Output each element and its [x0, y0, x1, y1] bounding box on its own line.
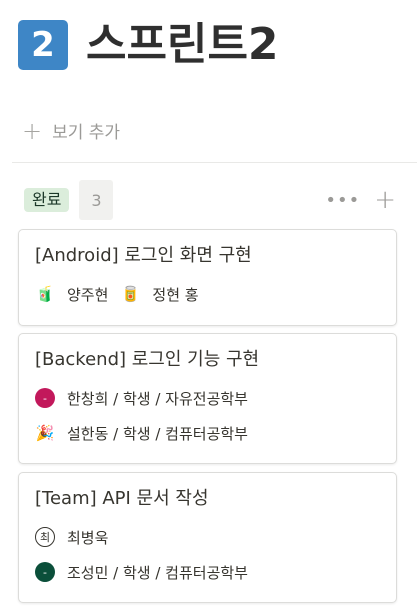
card-title: [Team] API 문서 작성: [35, 488, 209, 509]
card-assignees: 최 최병욱 - 조성민 / 학생 / 컴퓨터공학부: [35, 526, 380, 583]
assignee-row: 🧃 양주현 🥫 정현 홍: [35, 283, 380, 305]
card-title: [Backend] 로그인 기능 구현: [35, 349, 260, 370]
group-count: 3: [79, 180, 114, 220]
assignee-name: 정현 홍: [152, 285, 199, 304]
avatar: 🧃: [35, 285, 55, 303]
assignee-row: 최 최병욱: [35, 526, 380, 548]
assignee-row: - 한창희 / 학생 / 자유전공학부: [35, 387, 380, 409]
more-options-icon[interactable]: •••: [325, 190, 360, 211]
card-title: [Android] 로그인 화면 구현: [35, 245, 252, 266]
assignee-name: 최병욱: [67, 528, 109, 547]
assignee-row: 🎉 설한동 / 학생 / 컴퓨터공학부: [35, 422, 380, 444]
board-card[interactable]: [Backend] 로그인 기능 구현 - 한창희 / 학생 / 자유전공학부 …: [18, 333, 397, 464]
avatar: -: [35, 388, 55, 408]
add-view-label: 보기 추가: [52, 123, 121, 143]
avatar: 🎉: [35, 424, 55, 442]
page-title[interactable]: 스프린트2: [86, 23, 279, 67]
assignee-name: 양주현: [67, 285, 109, 304]
assignee: 🥫 정현 홍: [120, 284, 199, 305]
assignee-row: - 조성민 / 학생 / 컴퓨터공학부: [35, 561, 380, 583]
group-actions: ••• +: [325, 187, 396, 213]
divider: [12, 162, 417, 163]
assignee-name: 한창희 / 학생 / 자유전공학부: [67, 389, 248, 408]
assignee-name: 설한동 / 학생 / 컴퓨터공학부: [67, 424, 248, 443]
plus-icon: +: [22, 116, 43, 145]
board-card[interactable]: [Android] 로그인 화면 구현 🧃 양주현 🥫 정현 홍: [18, 229, 397, 326]
card-assignees: 🧃 양주현 🥫 정현 홍: [35, 283, 380, 305]
avatar: 🥫: [121, 285, 140, 303]
assignee-name: 조성민 / 학생 / 컴퓨터공학부: [67, 563, 248, 582]
board-card[interactable]: [Team] API 문서 작성 최 최병욱 - 조성민 / 학생 / 컴퓨터공…: [18, 472, 397, 603]
avatar: -: [35, 562, 55, 582]
assignee: 🧃 양주현: [35, 284, 109, 305]
page-emoji-icon[interactable]: 2: [18, 20, 68, 70]
status-badge[interactable]: 완료: [24, 188, 70, 212]
board-group-header: 완료 3 ••• +: [24, 180, 396, 220]
page-header: 2 스프린트2: [18, 20, 279, 70]
add-view-button[interactable]: + 보기 추가: [22, 116, 121, 145]
card-assignees: - 한창희 / 학생 / 자유전공학부 🎉 설한동 / 학생 / 컴퓨터공학부: [35, 387, 380, 444]
add-card-icon[interactable]: +: [374, 187, 396, 213]
avatar: 최: [35, 527, 55, 547]
